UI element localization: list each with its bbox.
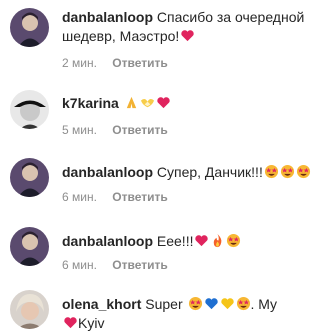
star-struck-icon (264, 164, 279, 179)
yellow-heart-icon (220, 296, 235, 311)
folded-hands-icon (124, 95, 139, 110)
blue-heart-icon (204, 296, 219, 311)
comment-text: danbalanloop Спасибо за очередной шедевр… (62, 8, 314, 46)
comment-meta: 6 мин. Ответить (62, 190, 168, 204)
heart-hands-icon (140, 95, 155, 110)
avatar-danbalanloop-image (10, 227, 49, 266)
comment-meta: 5 мин. Ответить (62, 123, 168, 137)
avatar[interactable] (10, 290, 49, 329)
fire-icon (210, 233, 225, 248)
reply-button[interactable]: Ответить (112, 123, 167, 137)
comment-text: danbalanloop Супер, Данчик!!! (62, 163, 314, 182)
avatar-danbalanloop-image (10, 8, 49, 47)
comment-body: Супер, Данчик!!! (156, 164, 263, 180)
avatar[interactable] (10, 158, 49, 197)
reply-button[interactable]: Ответить (112, 258, 167, 272)
comment-time: 6 мин. (62, 258, 97, 272)
avatar[interactable] (10, 90, 49, 129)
avatar-danbalanloop-image (10, 158, 49, 197)
comment-username[interactable]: danbalanloop (62, 164, 153, 180)
comment-body-part: Kyiv (78, 315, 105, 331)
comment-meta: 6 мин. Ответить (62, 258, 168, 272)
comment-meta: 2 мин. Ответить (62, 56, 168, 70)
avatar[interactable] (10, 227, 49, 266)
red-heart-icon (194, 233, 209, 248)
red-heart-icon (156, 95, 171, 110)
reply-button[interactable]: Ответить (112, 190, 167, 204)
comment-username[interactable]: k7karina (62, 95, 119, 111)
comment-text: olena_khort Super . My Kyiv (62, 295, 314, 333)
star-struck-icon (188, 296, 203, 311)
comment-text: k7karina (62, 94, 314, 113)
comment-body-part: . My (250, 296, 277, 312)
star-struck-icon (226, 233, 241, 248)
comment-text: danbalanloop Еее!!! (62, 232, 314, 251)
star-struck-icon (280, 164, 295, 179)
comment-time: 2 мин. (62, 56, 97, 70)
comment-body: Еее!!! (156, 233, 194, 249)
comment-username[interactable]: danbalanloop (62, 233, 153, 249)
avatar-k7karina-image (10, 90, 49, 129)
red-heart-icon (180, 28, 195, 43)
star-struck-icon (236, 296, 251, 311)
star-struck-icon (296, 164, 311, 179)
avatar[interactable] (10, 8, 49, 47)
avatar-olena-khort-image (10, 290, 49, 329)
comment-time: 6 мин. (62, 190, 97, 204)
comment-body: Super (145, 296, 183, 312)
red-heart-icon (63, 315, 78, 330)
comment-username[interactable]: olena_khort (62, 296, 141, 312)
comment-username[interactable]: danbalanloop (62, 9, 153, 25)
reply-button[interactable]: Ответить (112, 56, 167, 70)
comment-time: 5 мин. (62, 123, 97, 137)
